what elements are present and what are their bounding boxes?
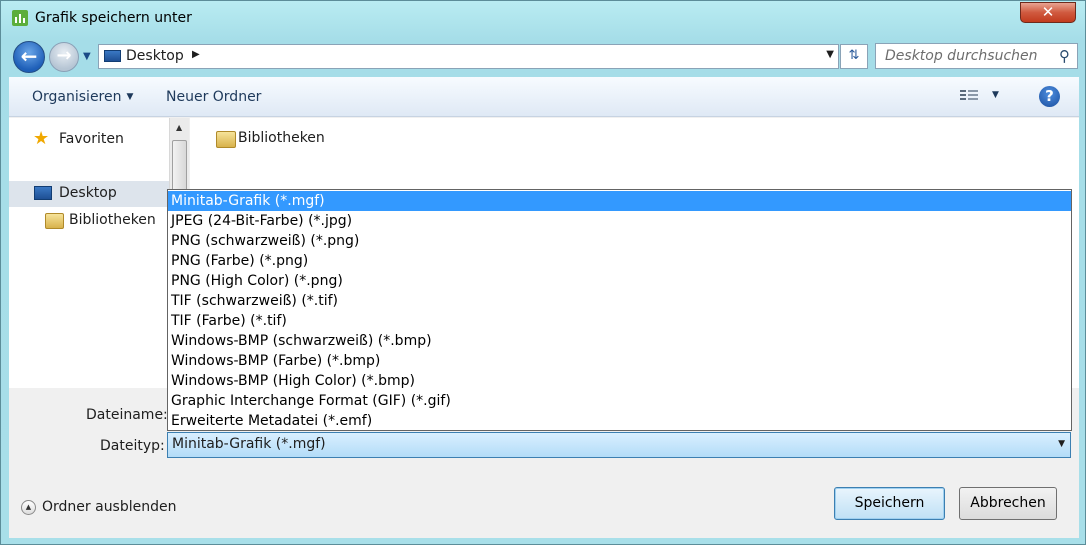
new-folder-button[interactable]: Neuer Ordner xyxy=(166,89,261,105)
window-title: Grafik speichern unter xyxy=(35,10,192,26)
filetype-select[interactable]: Minitab-Grafik (*.mgf) ▼ xyxy=(167,432,1071,458)
libraries-folder-icon xyxy=(216,131,236,148)
list-item[interactable]: Windows-BMP (schwarzweiß) (*.bmp) xyxy=(168,331,1071,351)
filetype-label: Dateityp: xyxy=(100,438,165,454)
star-icon: ★ xyxy=(33,128,50,149)
command-bar: Organisieren ▼ Neuer Ordner ▼ ? xyxy=(9,77,1079,117)
list-item[interactable]: PNG (High Color) (*.png) xyxy=(168,271,1071,291)
nav-item-desktop[interactable]: Desktop xyxy=(59,185,117,201)
back-arrow-icon[interactable]: ← xyxy=(13,41,45,73)
list-item[interactable]: Windows-BMP (High Color) (*.bmp) xyxy=(168,371,1071,391)
refresh-icon[interactable]: ⇅ xyxy=(840,44,868,69)
title-bar: Grafik speichern unter ✕ xyxy=(1,1,1085,37)
list-item[interactable]: Windows-BMP (Farbe) (*.bmp) xyxy=(168,351,1071,371)
list-item[interactable]: Erweiterte Metadatei (*.emf) xyxy=(168,411,1071,431)
list-item[interactable]: PNG (schwarzweiß) (*.png) xyxy=(168,231,1071,251)
nav-item-favorites[interactable]: Favoriten xyxy=(59,131,124,147)
minitab-graph-icon xyxy=(12,10,28,26)
nav-item-libraries[interactable]: Bibliotheken xyxy=(69,212,156,228)
save-dialog-window: Grafik speichern unter ✕ ← → ▼ Desktop ▶… xyxy=(0,0,1086,545)
forward-arrow-icon[interactable]: → xyxy=(49,42,79,72)
libraries-folder-icon xyxy=(45,213,64,229)
list-item[interactable]: TIF (schwarzweiß) (*.tif) xyxy=(168,291,1071,311)
view-dropdown-icon[interactable]: ▼ xyxy=(992,90,999,100)
search-box[interactable]: ⚲ xyxy=(875,43,1078,69)
search-input[interactable] xyxy=(876,44,1051,68)
list-item[interactable]: Bibliotheken xyxy=(238,130,325,146)
desktop-icon xyxy=(34,186,52,200)
chevron-up-icon[interactable]: ▲ xyxy=(21,500,36,515)
chevron-down-icon: ▼ xyxy=(126,92,134,102)
organize-button[interactable]: Organisieren ▼ xyxy=(32,89,133,105)
address-dropdown-icon[interactable]: ▼ xyxy=(826,49,834,60)
filetype-selected-value: Minitab-Grafik (*.mgf) xyxy=(172,436,326,452)
history-dropdown-icon[interactable]: ▼ xyxy=(83,51,91,62)
scroll-up-icon[interactable]: ▲ xyxy=(176,123,182,132)
search-icon[interactable]: ⚲ xyxy=(1059,47,1070,65)
navigation-pane: ★ Favoriten Desktop Bibliotheken xyxy=(9,118,169,388)
breadcrumb-arrow-icon[interactable]: ▶ xyxy=(192,49,200,60)
close-button[interactable]: ✕ xyxy=(1020,2,1076,23)
chevron-down-icon[interactable]: ▼ xyxy=(1058,439,1065,449)
address-bar[interactable]: Desktop ▶ ▼ xyxy=(98,44,839,69)
desktop-icon xyxy=(104,50,121,62)
hide-folders-label[interactable]: Ordner ausblenden xyxy=(42,499,177,515)
list-item[interactable]: Graphic Interchange Format (GIF) (*.gif) xyxy=(168,391,1071,411)
filetype-dropdown-list: Minitab-Grafik (*.mgf) JPEG (24-Bit-Farb… xyxy=(167,189,1072,431)
list-item[interactable]: JPEG (24-Bit-Farbe) (*.jpg) xyxy=(168,211,1071,231)
list-item[interactable]: TIF (Farbe) (*.tif) xyxy=(168,311,1071,331)
list-item[interactable]: PNG (Farbe) (*.png) xyxy=(168,251,1071,271)
save-button[interactable]: Speichern xyxy=(834,487,945,520)
address-location[interactable]: Desktop xyxy=(126,48,184,64)
cancel-button[interactable]: Abbrechen xyxy=(959,487,1057,520)
view-options-icon[interactable] xyxy=(960,88,980,105)
filename-label: Dateiname: xyxy=(86,407,168,423)
organize-label: Organisieren xyxy=(32,89,122,105)
list-item[interactable]: Minitab-Grafik (*.mgf) xyxy=(168,191,1071,211)
help-icon[interactable]: ? xyxy=(1039,86,1060,107)
